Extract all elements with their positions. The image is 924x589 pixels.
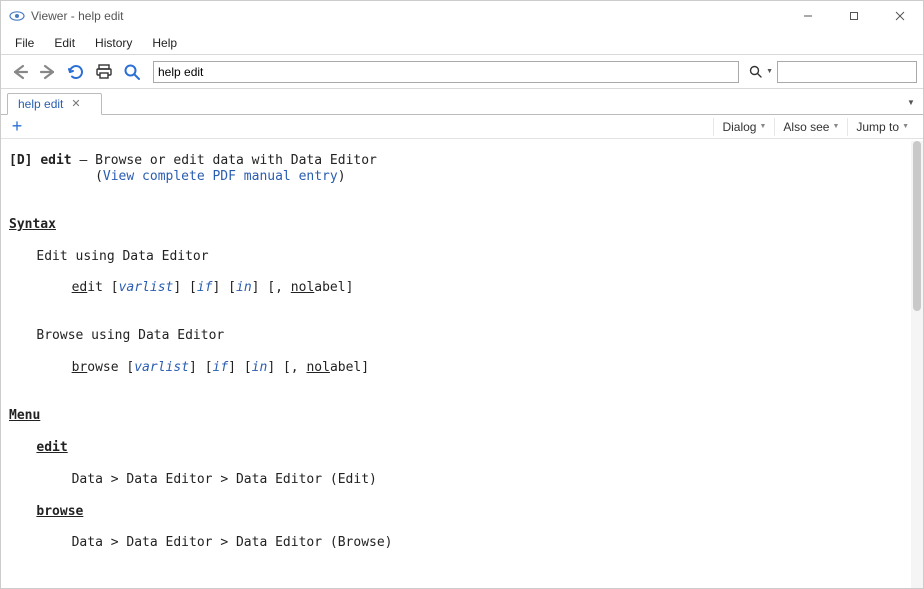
chevron-down-icon: ▼ — [902, 123, 909, 130]
also-see-label: Also see — [783, 120, 829, 134]
menu-bar: File Edit History Help — [1, 31, 923, 55]
tab-label: help edit — [18, 97, 63, 111]
varlist-link[interactable]: varlist — [134, 360, 189, 375]
tab-help-edit[interactable]: help edit ✕ — [7, 93, 102, 115]
entry-header-line: [D] edit — Browse or edit data with Data… — [9, 153, 903, 169]
menu-heading: Menu — [9, 408, 903, 424]
quick-search-icon[interactable] — [747, 61, 765, 83]
edit-syntax-line: edit [varlist] [if] [in] [, nolabel] — [9, 280, 903, 296]
menu-edit-subhead: edit — [9, 440, 903, 456]
find-button[interactable] — [119, 59, 145, 85]
if-link[interactable]: if — [197, 280, 213, 295]
edit-using-label: Edit using Data Editor — [9, 249, 903, 265]
app-icon — [9, 8, 25, 24]
menu-help[interactable]: Help — [142, 33, 187, 53]
menu-browse-path: Data > Data Editor > Data Editor (Browse… — [9, 535, 903, 551]
menu-edit[interactable]: Edit — [44, 33, 85, 53]
dialog-dropdown[interactable]: Dialog ▼ — [713, 118, 774, 136]
window-title: Viewer - help edit — [31, 9, 124, 23]
also-see-dropdown[interactable]: Also see ▼ — [774, 118, 847, 136]
dialog-label: Dialog — [722, 120, 756, 134]
scrollbar-thumb[interactable] — [913, 141, 921, 311]
minimize-button[interactable] — [785, 1, 831, 31]
sub-toolbar: + Dialog ▼ Also see ▼ Jump to ▼ — [1, 115, 923, 139]
maximize-button[interactable] — [831, 1, 877, 31]
pdf-manual-link[interactable]: View complete PDF manual entry — [103, 169, 338, 184]
if-link[interactable]: if — [213, 360, 229, 375]
help-body: [D] edit — Browse or edit data with Data… — [1, 141, 911, 588]
jump-to-dropdown[interactable]: Jump to ▼ — [847, 118, 917, 136]
close-button[interactable] — [877, 1, 923, 31]
content-area: [D] edit — Browse or edit data with Data… — [1, 141, 923, 588]
quick-search-input[interactable] — [777, 61, 917, 83]
pdf-link-line: (View complete PDF manual entry) — [9, 169, 903, 185]
chevron-down-icon: ▼ — [832, 123, 839, 130]
reload-button[interactable] — [63, 59, 89, 85]
vertical-scrollbar[interactable] — [911, 141, 923, 588]
tab-strip: help edit ✕ ▼ — [1, 89, 923, 115]
in-link[interactable]: in — [252, 360, 268, 375]
menu-history[interactable]: History — [85, 33, 142, 53]
chevron-down-icon: ▼ — [759, 123, 766, 130]
command-input[interactable] — [153, 61, 739, 83]
syntax-heading: Syntax — [9, 217, 903, 233]
forward-button[interactable] — [35, 59, 61, 85]
menu-file[interactable]: File — [5, 33, 44, 53]
back-button[interactable] — [7, 59, 33, 85]
browse-syntax-line: browse [varlist] [if] [in] [, nolabel] — [9, 360, 903, 376]
print-button[interactable] — [91, 59, 117, 85]
quick-search-group: ▼ — [747, 61, 917, 83]
toolbar: ▼ — [1, 55, 923, 89]
menu-edit-path: Data > Data Editor > Data Editor (Edit) — [9, 472, 903, 488]
jump-to-label: Jump to — [856, 120, 899, 134]
quick-search-caret-icon[interactable]: ▼ — [766, 68, 773, 75]
menu-browse-subhead: browse — [9, 504, 903, 520]
varlist-link[interactable]: varlist — [119, 280, 174, 295]
browse-using-label: Browse using Data Editor — [9, 328, 903, 344]
new-tab-button[interactable]: + — [7, 117, 27, 137]
tab-close-icon[interactable]: ✕ — [71, 99, 80, 110]
tab-overflow-button[interactable]: ▼ — [903, 95, 919, 109]
title-bar: Viewer - help edit — [1, 1, 923, 31]
in-link[interactable]: in — [236, 280, 252, 295]
